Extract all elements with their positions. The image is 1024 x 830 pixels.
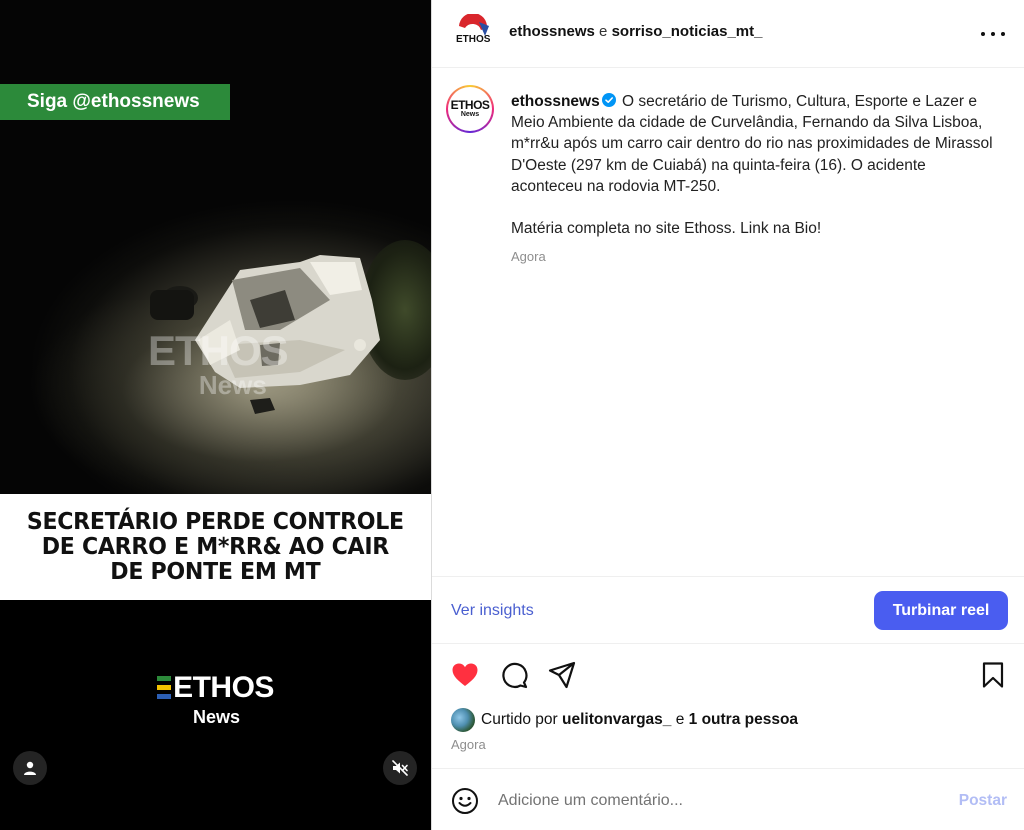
liker-avatar[interactable] <box>451 708 475 732</box>
wrecked-car-image <box>150 255 380 414</box>
caption-section: ETHOS News ethossnews O secretário de Tu… <box>432 69 1024 576</box>
collaborator-link[interactable]: sorriso_noticias_mt_ <box>612 23 763 40</box>
comment-bar: Postar <box>432 768 1024 830</box>
boost-reel-button[interactable]: Turbinar reel <box>874 591 1008 630</box>
avatar-text: ETHOS <box>456 34 491 45</box>
emoji-icon[interactable] <box>451 787 479 815</box>
bookmark-icon[interactable] <box>978 660 1008 690</box>
author-connector: e <box>599 23 608 40</box>
follow-banner: Siga @ethossnews <box>0 84 230 120</box>
tagged-users-button[interactable] <box>13 751 47 785</box>
muted-speaker-icon <box>392 760 408 776</box>
post-actions <box>432 644 1024 704</box>
caption-timestamp: Agora <box>511 249 546 264</box>
liker-username[interactable]: uelitonvargas_ <box>562 711 671 729</box>
ethos-avatar[interactable]: ETHOS <box>451 14 491 54</box>
post-authors: ethossnews e sorriso_noticias_mt_ <box>509 23 762 40</box>
video-headline: SECRETÁRIO PERDE CONTROLE DE CARRO E M*R… <box>26 508 404 585</box>
avatar-logo-main: ETHOS <box>450 98 490 112</box>
comment-input[interactable] <box>498 787 938 815</box>
caption-author-link[interactable]: ethossnews <box>511 93 600 110</box>
likes-others-link[interactable]: 1 outra pessoa <box>689 711 798 729</box>
likes-connector: e <box>675 711 685 728</box>
likes-prefix: Curtido por <box>481 711 558 728</box>
video-frame <box>0 0 431 494</box>
post-timestamp: Agora <box>451 737 486 752</box>
author-avatar[interactable]: ETHOS News <box>446 85 494 133</box>
post-comment-button[interactable]: Postar <box>959 792 1007 810</box>
mute-button[interactable] <box>383 751 417 785</box>
view-insights-link[interactable]: Ver insights <box>451 602 534 620</box>
headline-banner: SECRETÁRIO PERDE CONTROLE DE CARRO E M*R… <box>0 494 431 600</box>
headline-line: DE PONTE EM MT <box>110 558 321 585</box>
post-panel: ETHOS ethossnews e sorriso_noticias_mt_ … <box>431 0 1024 830</box>
headline-line: DE CARRO E M*RR& AO CAIR <box>41 533 390 560</box>
watermark-sub: News <box>198 370 267 400</box>
share-icon[interactable] <box>547 660 577 690</box>
heart-filled-icon[interactable] <box>450 660 480 690</box>
headline-line: SECRETÁRIO PERDE CONTROLE <box>26 508 404 535</box>
logo-sub-text: News <box>192 707 241 727</box>
post-caption: ethossnews O secretário de Turismo, Cult… <box>511 91 996 239</box>
more-options-icon[interactable] <box>981 26 1005 42</box>
insights-bar: Ver insights Turbinar reel <box>432 576 1024 644</box>
likes-summary: Curtido por uelitonvargas_ e 1 outra pes… <box>451 708 798 732</box>
comment-icon[interactable] <box>499 660 529 690</box>
caption-text-2: Matéria completa no site Ethoss. Link na… <box>511 220 822 238</box>
post-header: ETHOS ethossnews e sorriso_noticias_mt_ <box>432 0 1024 68</box>
logo-stripes-icon <box>157 675 172 701</box>
author-link[interactable]: ethossnews <box>509 23 595 40</box>
watermark-main: ETHOS <box>148 327 289 374</box>
reel-video[interactable]: Siga @ethossnews ETHOS News SECRETÁRIO P… <box>0 0 431 830</box>
ethos-logo: ETHOS News <box>0 672 431 726</box>
user-icon <box>24 761 36 775</box>
logo-main-text: ETHOS <box>173 671 274 704</box>
watermark-logo: ETHOS News <box>148 327 289 400</box>
avatar-logo-sub: News <box>460 111 480 118</box>
verified-badge-icon <box>601 93 616 107</box>
